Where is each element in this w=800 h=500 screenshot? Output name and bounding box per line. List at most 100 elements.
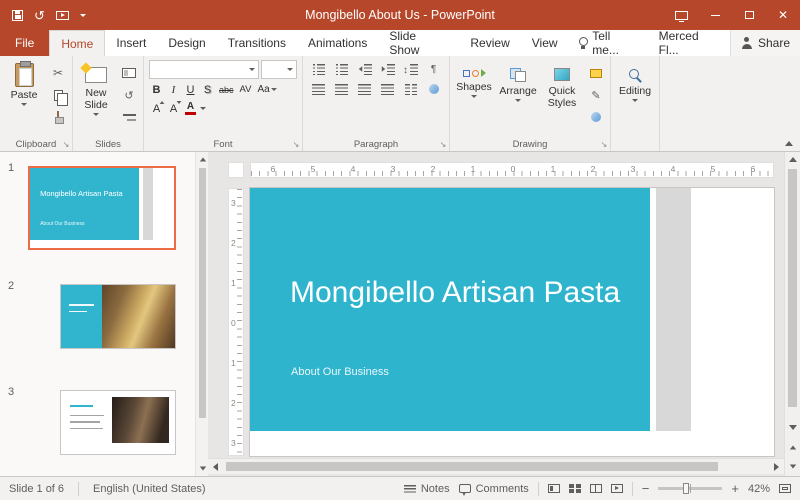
new-slide-button[interactable]: New Slide xyxy=(76,60,116,116)
scroll-left-arrow-icon[interactable] xyxy=(213,463,218,471)
slide-thumbnail-3[interactable] xyxy=(60,390,176,455)
underline-button[interactable]: U xyxy=(183,81,198,98)
align-right-button[interactable] xyxy=(354,80,375,98)
zoom-in-button[interactable]: + xyxy=(731,482,739,495)
zoom-out-button[interactable]: − xyxy=(642,482,650,495)
paste-button[interactable]: Paste xyxy=(3,60,45,106)
next-slide-button[interactable] xyxy=(788,464,798,469)
normal-view-button[interactable] xyxy=(548,484,560,493)
zoom-slider[interactable] xyxy=(658,487,722,490)
bold-button[interactable]: B xyxy=(149,81,164,98)
tab-transitions[interactable]: Transitions xyxy=(217,30,297,56)
tab-review[interactable]: Review xyxy=(459,30,520,56)
change-case-button[interactable]: Aa xyxy=(255,81,278,98)
tell-me-box[interactable]: Tell me... xyxy=(569,30,649,56)
slideshow-view-button[interactable] xyxy=(611,484,623,493)
tab-design[interactable]: Design xyxy=(157,30,216,56)
slide-layout-button[interactable] xyxy=(118,64,140,82)
ruler-number: 6 xyxy=(751,164,756,174)
ribbon-display-options-button[interactable] xyxy=(664,0,698,30)
scrollbar-thumb[interactable] xyxy=(226,462,718,471)
previous-slide-button[interactable] xyxy=(788,445,798,450)
line-spacing-button[interactable] xyxy=(400,60,421,78)
font-size-combo[interactable] xyxy=(261,60,297,79)
increase-indent-button[interactable] xyxy=(377,60,398,78)
vertical-scrollbar[interactable] xyxy=(784,152,800,476)
scrollbar-thumb[interactable] xyxy=(788,169,797,407)
slide-subtitle-textbox[interactable]: About Our Business xyxy=(291,366,389,378)
zoom-slider-thumb[interactable] xyxy=(683,483,689,494)
notes-button[interactable]: Notes xyxy=(404,483,450,495)
scroll-up-arrow-icon[interactable] xyxy=(789,157,797,162)
collapse-ribbon-button[interactable] xyxy=(785,141,793,146)
share-button[interactable]: Share xyxy=(730,30,800,56)
quick-styles-button[interactable]: Quick Styles xyxy=(541,60,583,109)
font-color-button[interactable]: A xyxy=(183,100,198,117)
tab-file[interactable]: File xyxy=(0,30,49,56)
slide-indicator[interactable]: Slide 1 of 6 xyxy=(9,483,64,495)
text-shadow-button[interactable]: S xyxy=(200,81,215,98)
editing-button[interactable]: Editing xyxy=(614,60,656,102)
font-name-combo[interactable] xyxy=(149,60,259,79)
align-center-icon xyxy=(335,84,348,95)
clipboard-dialog-launcher[interactable] xyxy=(61,140,71,150)
shape-fill-button[interactable] xyxy=(585,64,607,82)
shrink-font-button[interactable]: A xyxy=(166,100,181,117)
align-center-button[interactable] xyxy=(331,80,352,98)
slide-title-textbox[interactable]: Mongibello Artisan Pasta xyxy=(290,272,626,313)
slide-sorter-view-button[interactable] xyxy=(569,484,581,493)
comments-button[interactable]: Comments xyxy=(459,483,529,495)
tab-animations[interactable]: Animations xyxy=(297,30,378,56)
save-button[interactable] xyxy=(12,0,23,30)
bullets-button[interactable] xyxy=(308,60,329,78)
maximize-button[interactable] xyxy=(732,0,766,30)
scroll-down-arrow-icon[interactable] xyxy=(200,467,206,471)
language-indicator[interactable]: English (United States) xyxy=(93,483,206,495)
paragraph-dialog-launcher[interactable] xyxy=(438,140,448,150)
minimize-button[interactable] xyxy=(698,0,732,30)
slide-canvas[interactable]: Mongibello Artisan Pasta About Our Busin… xyxy=(250,188,774,456)
justify-button[interactable] xyxy=(377,80,398,98)
columns-button[interactable] xyxy=(400,80,421,98)
shapes-button[interactable]: Shapes xyxy=(453,60,495,98)
scroll-down-arrow-icon[interactable] xyxy=(789,425,797,430)
align-left-button[interactable] xyxy=(308,80,329,98)
zoom-level[interactable]: 42% xyxy=(748,483,770,495)
scrollbar-thumb[interactable] xyxy=(199,168,206,418)
strikethrough-button[interactable]: abc xyxy=(217,81,236,98)
customize-qat-button[interactable] xyxy=(80,0,86,30)
shape-effects-button[interactable] xyxy=(585,108,607,126)
horizontal-scrollbar[interactable] xyxy=(208,458,784,474)
section-button[interactable] xyxy=(118,108,140,126)
slide-thumbnail-2[interactable] xyxy=(60,284,176,349)
scroll-right-arrow-icon[interactable] xyxy=(774,463,779,471)
convert-smartart-button[interactable] xyxy=(423,80,444,98)
thumbnail-panel-scrollbar[interactable] xyxy=(195,152,208,476)
reset-slide-button[interactable] xyxy=(118,86,140,104)
cut-button[interactable] xyxy=(47,64,69,82)
grow-font-button[interactable]: A xyxy=(149,100,164,117)
tab-slide-show[interactable]: Slide Show xyxy=(378,30,459,56)
text-direction-button[interactable] xyxy=(423,60,444,78)
tab-insert[interactable]: Insert xyxy=(105,30,157,56)
start-slideshow-button[interactable] xyxy=(56,0,69,30)
scroll-up-arrow-icon[interactable] xyxy=(200,158,206,162)
shape-outline-button[interactable] xyxy=(585,86,607,104)
tab-view[interactable]: View xyxy=(521,30,569,56)
undo-button[interactable] xyxy=(34,0,45,30)
arrange-button[interactable]: Arrange xyxy=(497,60,539,102)
drawing-dialog-launcher[interactable] xyxy=(599,140,609,150)
character-spacing-button[interactable]: AV xyxy=(238,81,254,98)
reading-view-button[interactable] xyxy=(590,484,602,493)
format-painter-button[interactable] xyxy=(47,108,69,126)
slide-thumbnail-1[interactable]: Mongibello Artisan Pasta About Our Busin… xyxy=(28,166,176,250)
italic-button[interactable]: I xyxy=(166,81,181,98)
decrease-indent-button[interactable] xyxy=(354,60,375,78)
close-button[interactable] xyxy=(766,0,800,30)
numbering-button[interactable] xyxy=(331,60,352,78)
font-dialog-launcher[interactable] xyxy=(291,140,301,150)
fit-slide-to-window-button[interactable] xyxy=(779,484,791,493)
tab-home[interactable]: Home xyxy=(49,30,105,56)
account-name[interactable]: Merced Fl... xyxy=(649,30,730,56)
copy-button[interactable] xyxy=(47,86,69,104)
